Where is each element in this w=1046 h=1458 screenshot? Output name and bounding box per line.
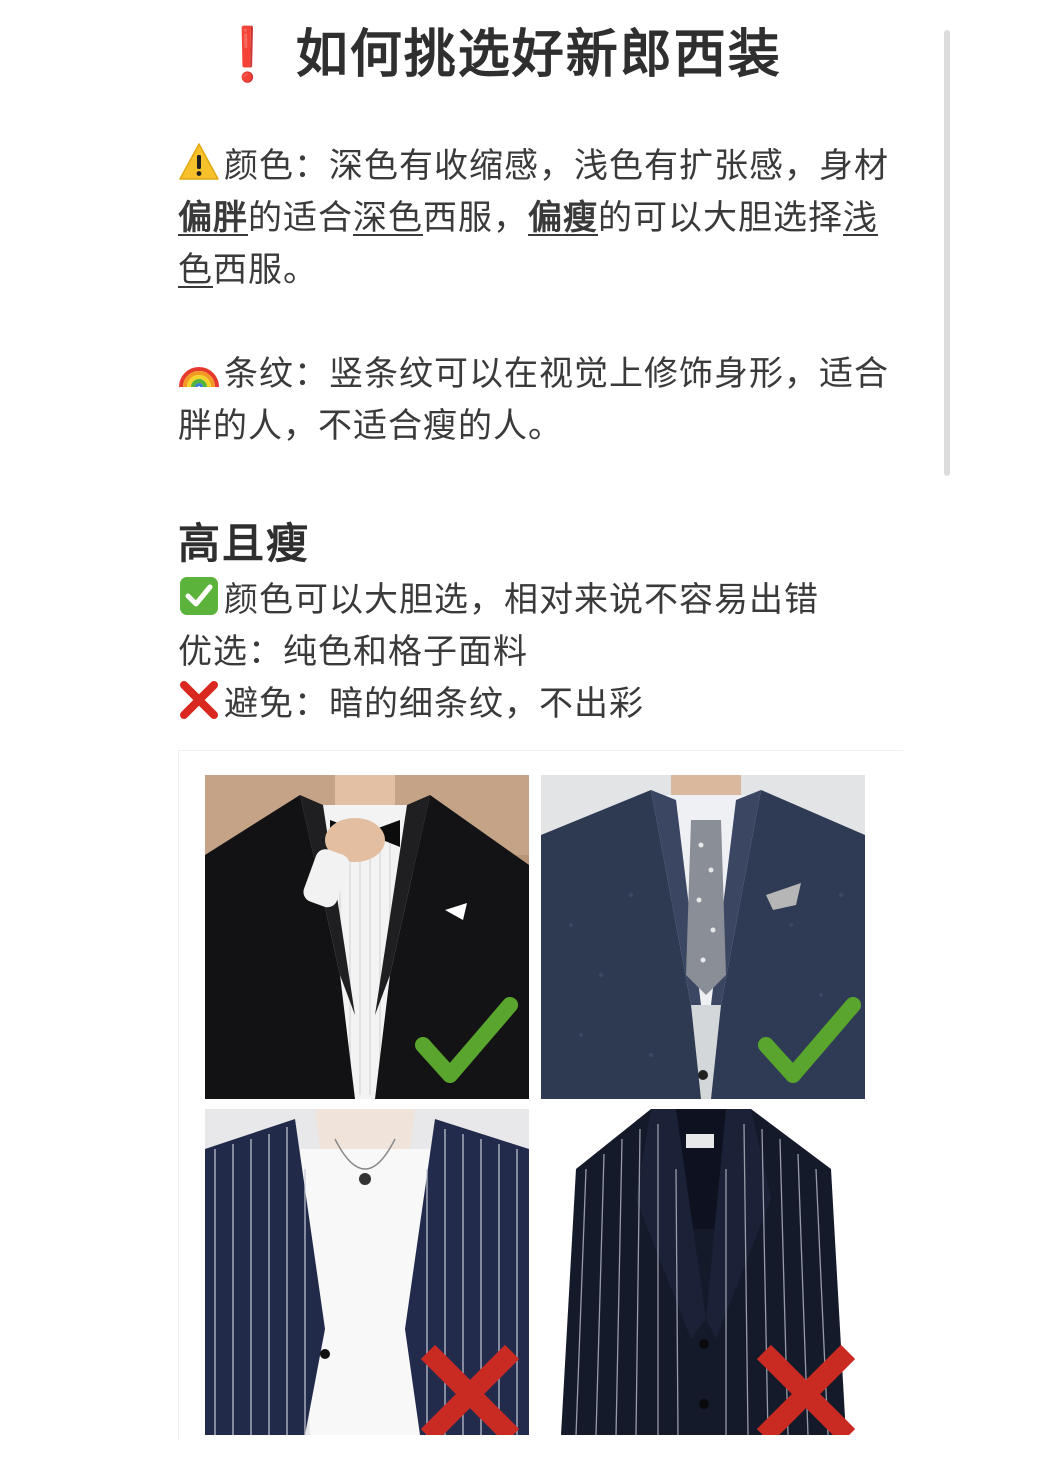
stripe-tip-text: 条纹：竖条纹可以在视觉上修饰身形，适合胖的人，不适合瘦的人。 (178, 354, 889, 446)
exclamation-icon: ❗ (215, 25, 282, 85)
avoid-text: 避免：暗的细条纹，不出彩 (224, 684, 644, 724)
color-tip-text-3: 西服， (423, 198, 528, 238)
rainbow-icon (179, 367, 219, 388)
do-text: 颜色可以大胆选，相对来说不容易出错 (224, 580, 819, 620)
dark-pinstripe-jacket-photo (541, 1109, 865, 1435)
stripe-tip-paragraph: 条纹：竖条纹可以在视觉上修饰身形，适合胖的人，不适合瘦的人。 (178, 348, 898, 452)
cross-mark-icon (180, 681, 218, 719)
color-tip-dark: 深色 (353, 198, 423, 238)
color-tip-slim: 偏瘦 (528, 198, 598, 238)
navy-pinstripe-blazer-photo (205, 1109, 529, 1435)
color-tip-heavy: 偏胖 (178, 198, 248, 238)
warning-icon (179, 143, 219, 180)
page-title: ❗ 如何挑选好新郎西装 (215, 12, 782, 87)
navy-tweed-suit-photo (541, 775, 865, 1099)
avoid-line: 避免：暗的细条纹，不出彩 (178, 678, 644, 730)
color-tip-text-5: 西服。 (213, 250, 318, 290)
scrollbar[interactable] (944, 30, 950, 476)
page-title-text: 如何挑选好新郎西装 (295, 25, 782, 85)
do-line: 颜色可以大胆选，相对来说不容易出错 (178, 574, 819, 626)
check-box-icon (180, 577, 218, 615)
prefer-line: 优选：纯色和格子面料 (178, 632, 528, 672)
suit-photo-grid (178, 750, 903, 1441)
color-tip-paragraph: 颜色：深色有收缩感，浅色有扩张感，身材偏胖的适合深色西服，偏瘦的可以大胆选择浅色… (178, 140, 898, 296)
black-tuxedo-photo (205, 775, 529, 1099)
section-heading: 高且瘦 (178, 519, 311, 568)
color-tip-text-4: 的可以大胆选择 (598, 198, 843, 238)
color-tip-text-2: 的适合 (248, 198, 353, 238)
color-tip-text-1: 颜色：深色有收缩感，浅色有扩张感，身材 (224, 146, 889, 186)
